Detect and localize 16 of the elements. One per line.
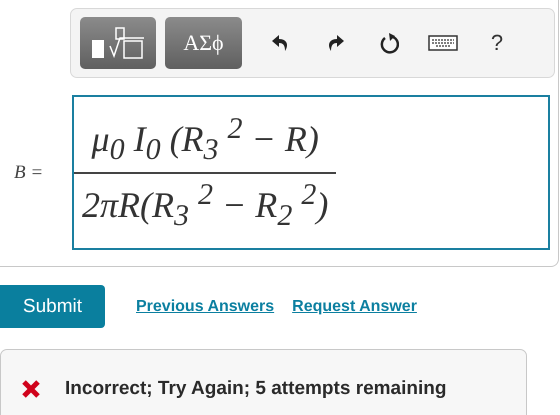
templates-icon	[90, 26, 146, 60]
undo-icon	[272, 34, 290, 52]
denominator: 2πR(R$_{3}$ $^{2}$ − R$_{2}$ $^{2}$)	[81, 176, 330, 234]
answer-field[interactable]: μ$_{0}$ I$_{0}$ (R$_{3}$ $^{2}$ − R) 2πR(R$_{3}$ $^{2}$ − R$_{2}$ $^{2}$)	[72, 95, 550, 250]
redo-icon	[326, 34, 344, 52]
variable-label: B =	[13, 162, 44, 184]
refresh-icon	[379, 32, 399, 54]
help-button[interactable]: ?	[473, 23, 521, 63]
numerator: μ$_{0}$ I$_{0}$ (R$_{3}$ $^{2}$ − R)	[90, 111, 320, 168]
symbols-button[interactable]: ΑΣϕ	[165, 17, 242, 69]
answer-link[interactable]: Request Answer	[292, 298, 417, 316]
keyboard-icon	[428, 35, 458, 51]
answer-link[interactable]: Previous Answers	[136, 298, 274, 316]
templates-button[interactable]	[80, 17, 156, 69]
feedback-message: Incorrect; Try Again; 5 attempts remaining	[65, 378, 446, 400]
submit-button[interactable]: Submit	[0, 285, 105, 328]
